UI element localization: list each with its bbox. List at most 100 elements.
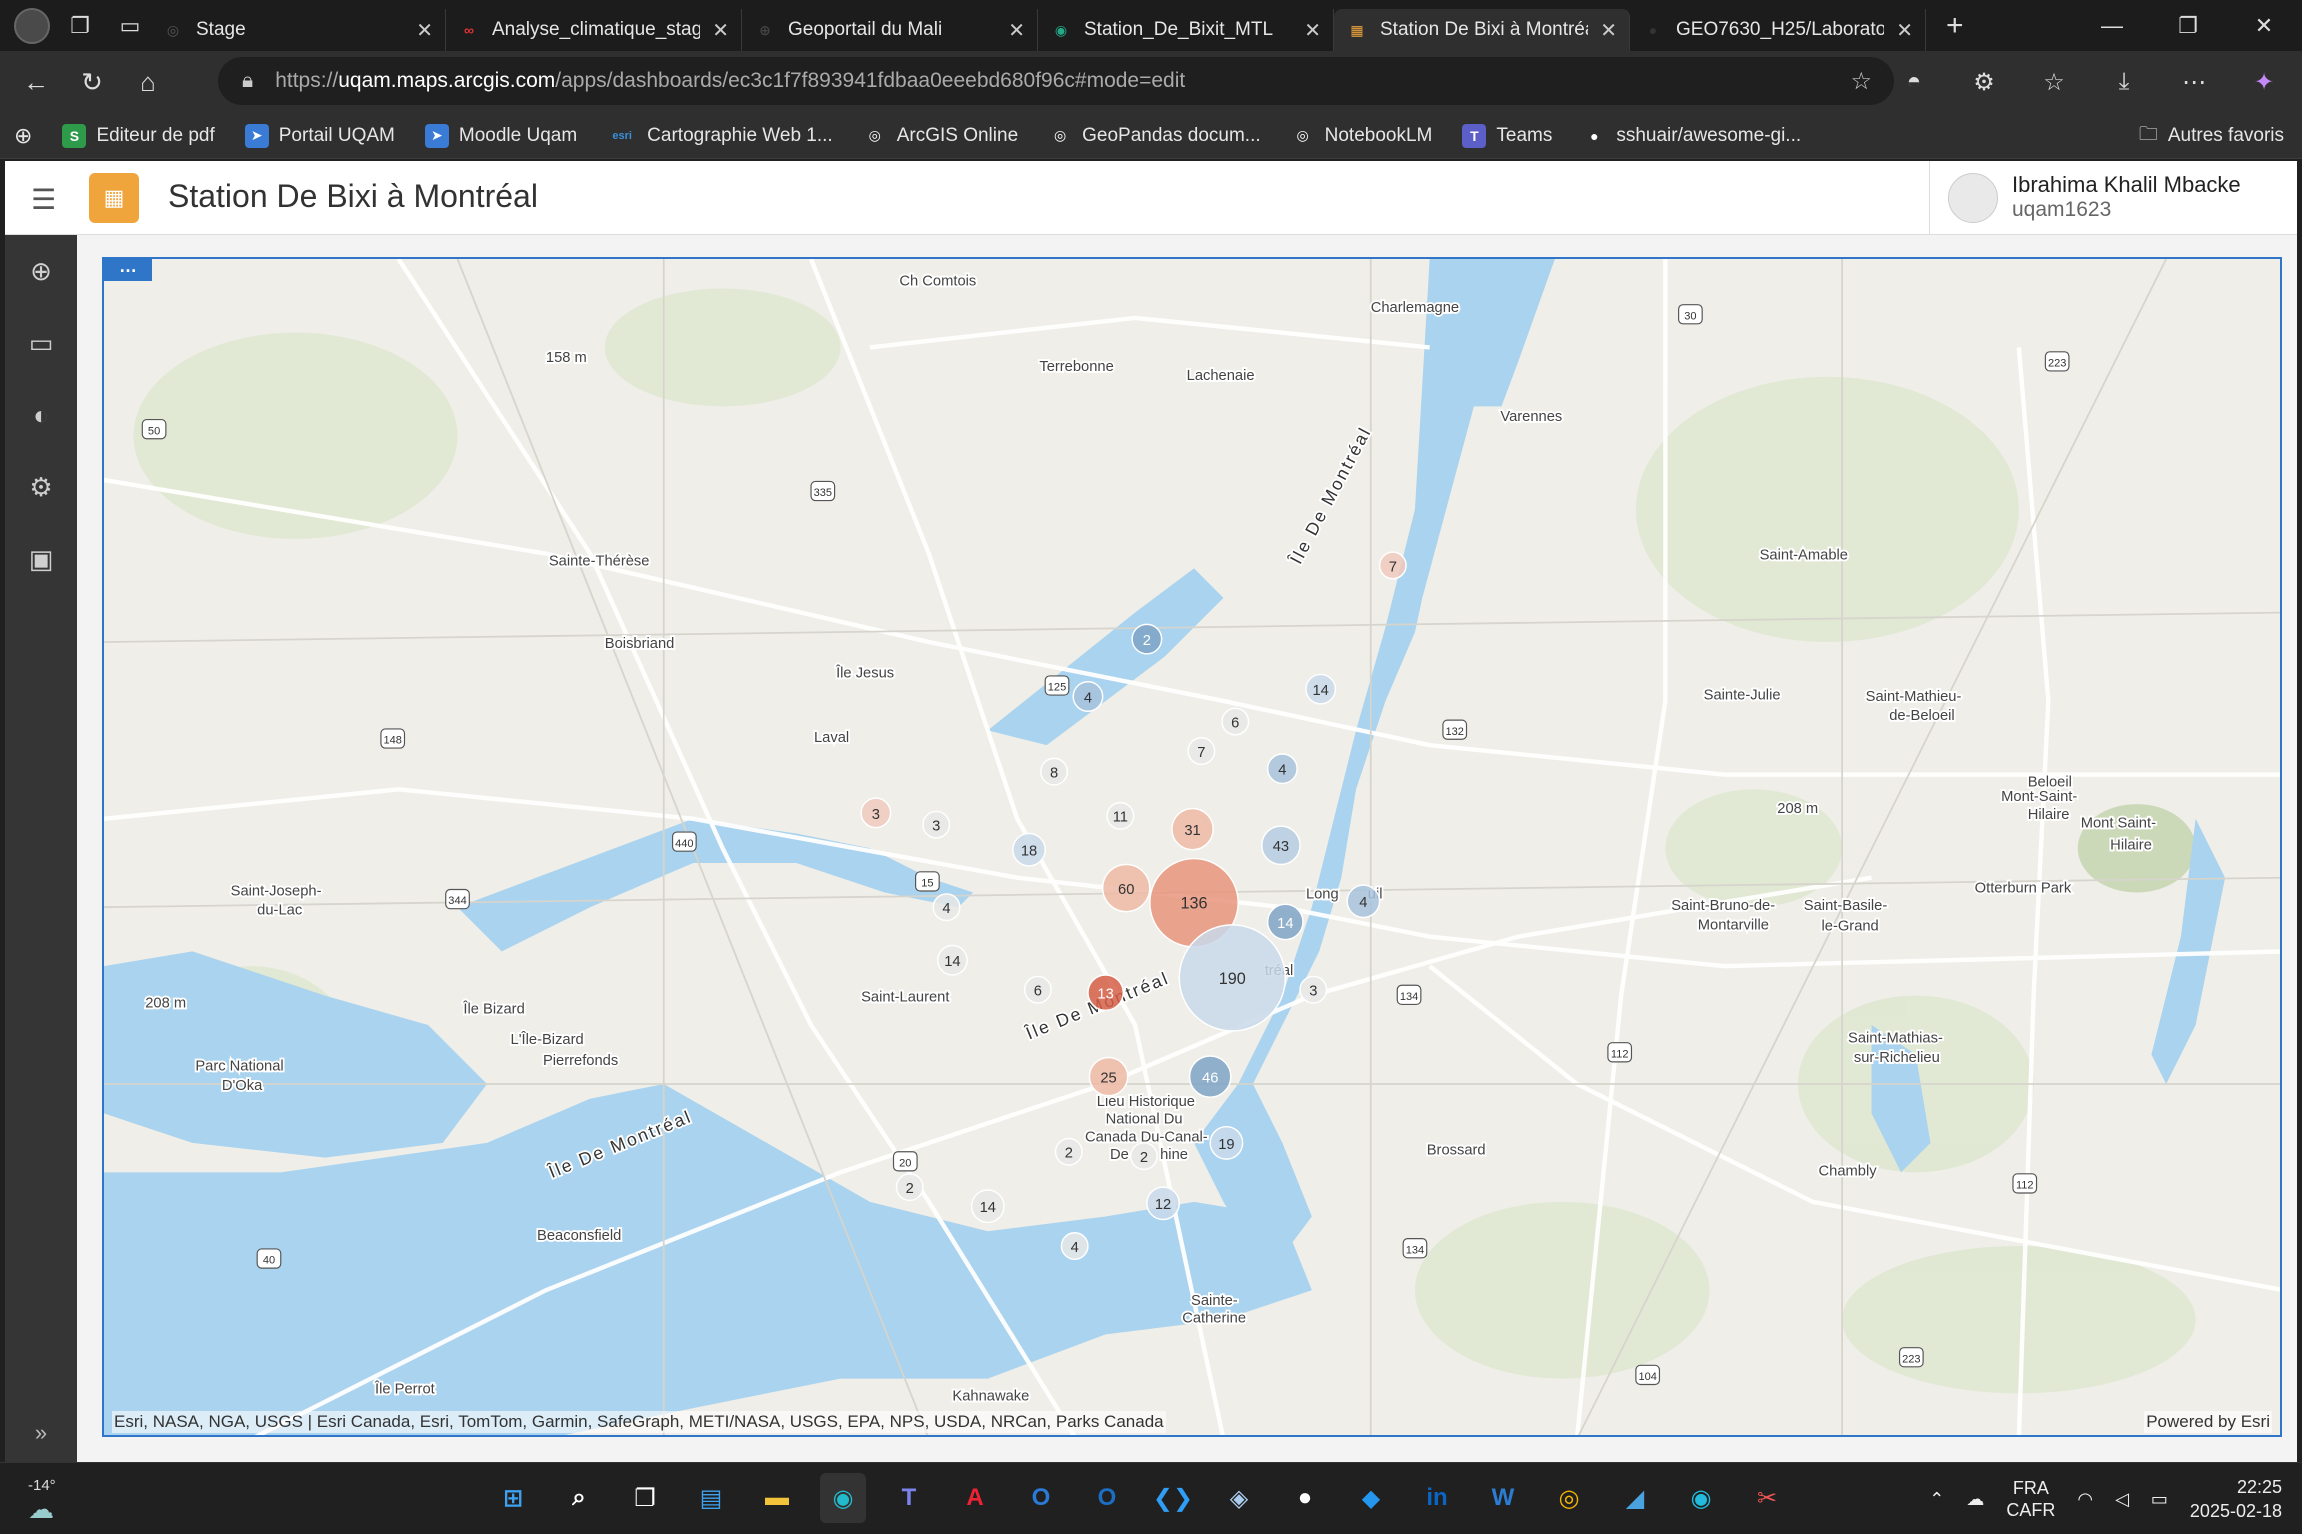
bookmark-item[interactable]: ◎ NotebookLM <box>1290 123 1432 148</box>
bookmark-item[interactable]: ➤ Portail UQAM <box>244 123 395 148</box>
station-cluster[interactable]: 14 <box>936 944 968 976</box>
close-window-icon[interactable]: ✕ <box>2226 0 2302 51</box>
station-cluster[interactable]: 3 <box>922 810 951 839</box>
station-cluster[interactable]: 11 <box>1106 801 1135 830</box>
station-cluster[interactable]: 14 <box>1305 673 1337 705</box>
station-cluster[interactable]: 31 <box>1171 807 1214 851</box>
tab-3[interactable]: ◉ Station_De_Bixit_MTL ✕ <box>1038 9 1334 51</box>
save-icon[interactable]: ▣ <box>5 523 77 595</box>
station-cluster[interactable]: 4 <box>932 893 961 922</box>
widget-options-icon[interactable]: … <box>104 259 152 281</box>
station-cluster[interactable]: 3 <box>1299 975 1328 1004</box>
tab-0[interactable]: ◎ Stage ✕ <box>150 9 446 51</box>
copilot-icon[interactable]: ✦ <box>2238 56 2290 108</box>
station-cluster[interactable]: 7 <box>1187 737 1216 766</box>
favorite-star-icon[interactable]: ☆ <box>1850 67 1872 96</box>
clock[interactable]: 22:25 2025-02-18 <box>2190 1475 2282 1523</box>
station-cluster[interactable]: 46 <box>1188 1055 1232 1098</box>
home-icon[interactable]: ⌂ <box>120 54 176 110</box>
store-icon[interactable]: ▤ <box>688 1473 734 1523</box>
outlook-new-icon[interactable]: O <box>1018 1473 1064 1523</box>
map-widget[interactable]: … Ch Comtois Charlemagne Terrebonne Lach… <box>102 257 2282 1437</box>
bookmark-item[interactable]: ◎ ArcGIS Online <box>862 123 1018 148</box>
bookmark-item[interactable]: T Teams <box>1462 123 1552 148</box>
station-cluster[interactable]: 14 <box>970 1189 1005 1224</box>
station-cluster[interactable]: 4 <box>1072 681 1104 712</box>
settings-icon[interactable]: ⚙ <box>5 451 77 523</box>
language-indicator[interactable]: FRA CAFR <box>2006 1477 2055 1521</box>
linkedin-icon[interactable]: in <box>1414 1473 1460 1523</box>
bookmark-globe-icon[interactable]: ⊕ <box>14 123 32 149</box>
station-cluster[interactable]: 190 <box>1178 924 1287 1032</box>
word-icon[interactable]: W <box>1480 1473 1526 1523</box>
vertical-tabs-icon[interactable]: ▭ <box>110 6 150 46</box>
task-view-icon[interactable]: ❐ <box>622 1473 668 1523</box>
outlook-icon[interactable]: O <box>1084 1473 1130 1523</box>
station-cluster[interactable]: 2 <box>895 1173 924 1202</box>
teams-icon[interactable]: T <box>886 1473 932 1523</box>
layout-icon[interactable]: ▭ <box>5 307 77 379</box>
station-cluster[interactable]: 7 <box>1378 551 1407 580</box>
user-menu[interactable]: Ibrahima Khalil Mbacke uqam1623 <box>1929 161 2297 235</box>
tab-close-icon[interactable]: ✕ <box>712 18 729 43</box>
volume-icon[interactable]: ◁ <box>2115 1489 2129 1510</box>
add-element-icon[interactable]: ⊕ <box>5 235 77 307</box>
station-cluster[interactable]: 2 <box>1131 623 1163 655</box>
station-cluster[interactable]: 8 <box>1040 757 1069 786</box>
postgres-icon[interactable]: ◈ <box>1216 1473 1262 1523</box>
other-favorites[interactable]: 🗀 Autres favoris <box>2139 113 2284 159</box>
map-attribution[interactable]: Esri, NASA, NGA, USGS | Esri Canada, Esr… <box>112 1411 1166 1433</box>
tab-close-icon[interactable]: ✕ <box>1896 18 1913 43</box>
profile-avatar[interactable] <box>14 7 50 44</box>
station-cluster[interactable]: 4 <box>1060 1232 1089 1261</box>
tab-4[interactable]: ▦ Station De Bixi à Montréal ✕ <box>1334 9 1630 51</box>
station-cluster[interactable]: 18 <box>1012 832 1046 867</box>
bookmark-item[interactable]: ➤ Moodle Uqam <box>424 123 577 148</box>
tab-close-icon[interactable]: ✕ <box>1304 18 1321 43</box>
station-cluster[interactable]: 3 <box>860 797 892 829</box>
chevron-up-icon[interactable]: ⌃ <box>1929 1489 1944 1510</box>
tab-close-icon[interactable]: ✕ <box>1600 18 1617 43</box>
minimize-icon[interactable]: — <box>2074 0 2150 51</box>
tab-2[interactable]: ⊕ Geoportail du Mali ✕ <box>742 9 1038 51</box>
wifi-icon[interactable]: ◠ <box>2077 1489 2093 1510</box>
theme-icon[interactable]: ◐ <box>5 379 77 451</box>
extensions-icon[interactable]: ⚙ <box>1958 56 2010 108</box>
station-cluster[interactable]: 4 <box>1346 884 1381 919</box>
new-tab-icon[interactable]: + <box>1946 9 1964 43</box>
battery-icon[interactable]: ▭ <box>2151 1489 2168 1510</box>
snipping-icon[interactable]: ✂ <box>1744 1473 1790 1523</box>
bookmark-item[interactable]: S Editeur de pdf <box>62 123 215 148</box>
restore-icon[interactable]: ❐ <box>2150 0 2226 51</box>
expand-sidebar-icon[interactable]: » <box>5 1420 77 1446</box>
station-cluster[interactable]: 60 <box>1101 863 1151 913</box>
more-icon[interactable]: ⋯ <box>2168 56 2220 108</box>
downloads-icon[interactable]: ⤓ <box>2098 56 2150 108</box>
station-cluster[interactable]: 6 <box>1221 707 1250 736</box>
station-cluster[interactable]: 2 <box>1054 1137 1083 1166</box>
station-cluster[interactable]: 6 <box>1023 975 1052 1004</box>
chrome-icon[interactable]: ◎ <box>1546 1473 1592 1523</box>
bookmark-item[interactable]: ● sshuair/awesome-gi... <box>1582 123 1801 148</box>
station-cluster[interactable]: 19 <box>1209 1125 1244 1160</box>
docker-icon[interactable]: ◆ <box>1348 1473 1394 1523</box>
site-info-icon[interactable]: 🔒︎ <box>242 69 253 93</box>
favorites-icon[interactable]: ☆ <box>2028 56 2080 108</box>
bookmark-item[interactable]: ◎ GeoPandas docum... <box>1048 123 1261 148</box>
menu-icon[interactable]: ☰ <box>31 183 56 216</box>
station-cluster[interactable]: 14 <box>1266 903 1304 941</box>
refresh-icon[interactable]: ↻ <box>64 54 120 110</box>
arcgis-pro-icon[interactable]: ◢ <box>1612 1473 1658 1523</box>
bookmark-item[interactable]: esri Cartographie Web 1... <box>607 123 833 148</box>
workspaces-icon[interactable]: ❐ <box>60 6 100 46</box>
edge-icon[interactable]: ◉ <box>820 1473 866 1523</box>
tab-close-icon[interactable]: ✕ <box>416 18 433 43</box>
tab-5[interactable]: ● GEO7630_H25/Laboratoire ✕ <box>1630 9 1926 51</box>
station-cluster[interactable]: 13 <box>1087 974 1125 1012</box>
tab-1[interactable]: ∞ Analyse_climatique_stage ✕ <box>446 9 742 51</box>
start-icon[interactable]: ⊞ <box>490 1473 536 1523</box>
station-cluster[interactable]: 25 <box>1088 1056 1129 1097</box>
address-bar[interactable]: 🔒︎ https://uqam.maps.arcgis.com/apps/das… <box>218 57 1894 105</box>
back-icon[interactable]: ← <box>8 54 64 110</box>
station-cluster[interactable]: 2 <box>1129 1142 1158 1171</box>
